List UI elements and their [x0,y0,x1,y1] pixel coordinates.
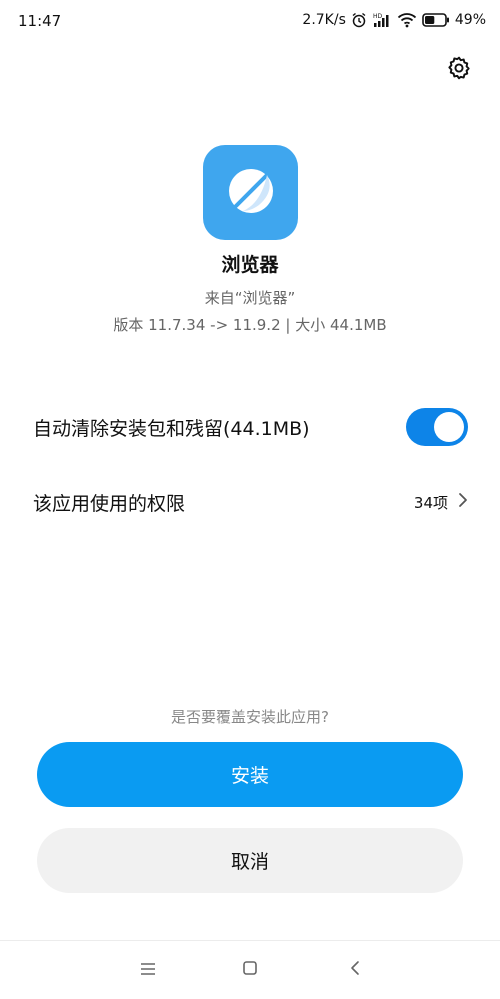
install-button[interactable]: 安装 [37,742,463,807]
chevron-right-icon [458,492,468,512]
cleanup-option-row: 自动清除安装包和残留(44.1MB) [33,406,468,448]
status-indicators: 2.7K/s HD 49% [302,12,486,28]
confirm-question: 是否要覆盖安装此应用? [171,708,329,726]
menu-icon [139,961,157,980]
app-name: 浏览器 [221,254,279,276]
home-icon [242,960,258,980]
permissions-row[interactable]: 该应用使用的权限 34项 [33,484,468,520]
settings-button[interactable] [444,55,474,85]
signal-hd-icon: HD [372,12,392,28]
permissions-count: 34项 [413,493,448,512]
cleanup-toggle[interactable] [406,408,468,446]
network-speed: 2.7K/s [302,12,346,28]
install-label: 安装 [230,765,269,787]
app-source: 来自“浏览器” [204,289,296,307]
back-icon [349,960,361,980]
permissions-summary: 34项 [414,492,468,513]
nav-menu-button[interactable] [135,957,161,983]
toggle-knob [434,412,464,442]
battery-percent: 49% [454,12,486,28]
browser-globe-icon [221,161,281,225]
status-time: 11:47 [18,12,62,30]
navigation-bar [0,940,500,999]
wifi-icon [397,12,417,28]
app-icon [203,145,298,240]
battery-icon [422,12,450,28]
cancel-label: 取消 [230,851,269,873]
gear-icon [446,55,472,85]
svg-text:HD: HD [373,13,383,20]
alarm-icon [351,12,367,28]
app-version-info: 版本 11.7.34 -> 11.9.2 | 大小 44.1MB [113,316,387,334]
status-bar: 11:47 2.7K/s HD 49% [0,0,500,44]
permissions-label: 该应用使用的权限 [33,492,186,515]
cancel-button[interactable]: 取消 [37,828,463,893]
nav-back-button[interactable] [342,957,368,983]
cleanup-label: 自动清除安装包和残留(44.1MB) [33,417,310,440]
nav-home-button[interactable] [237,957,263,983]
